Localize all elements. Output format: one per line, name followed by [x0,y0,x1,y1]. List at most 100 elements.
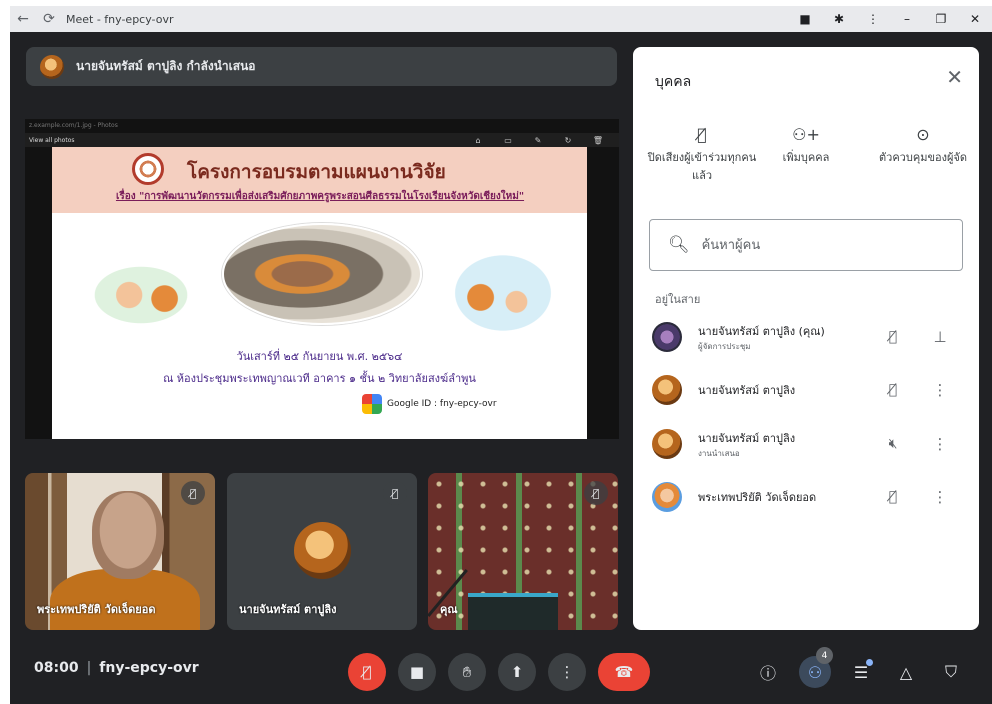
presenting-banner: นายจันทรัสม์ ตาปูลิง กำลังนำเสนอ [26,47,617,86]
activities-button[interactable]: △ [890,656,922,688]
mute-all-label: ปิดเสียงผู้เข้าร่วมทุกคนแล้ว [647,151,757,182]
mic-off-icon[interactable]: 🎙̸ [881,489,905,505]
info-icon: ⓘ [759,664,776,683]
add-people-button[interactable]: ⚇+ เพิ่มบุคคล [766,125,846,167]
google-meet-logo [362,394,382,414]
participant-row[interactable]: นายจันทรัสม์ ตาปูลิง งานนำเสนอ 🔇︎ ⋮ [633,424,979,464]
participant-name: คุณ [440,603,458,616]
minimize-icon[interactable]: – [890,12,924,26]
people-panel: บุคคล ✕ 🎙̸ ปิดเสียงผู้เข้าร่วมทุกคนแล้ว … [633,47,979,630]
present-screen-icon: ⬆ [510,663,524,681]
participant-role: งานนำเสนอ [698,448,740,458]
bottom-control-bar: 08:00 | fny-epcy-ovr 🎙̸ ■ ✋︎ ⬆ ⋮ ☎︎ ⓘ ⚇ 4 … [10,640,992,704]
slide-venue: ณ ห้องประชุมพระเทพญาณเวที อาคาร ๑ ชั้น ๒… [163,372,476,385]
presenting-text: นายจันทรัสม์ ตาปูลิง กำลังนำเสนอ [76,59,256,73]
meeting-info: 08:00 | fny-epcy-ovr [34,660,199,676]
hand-icon: ✋︎ [462,663,472,681]
participant-row[interactable]: นายจันทรัสม์ ตาปูลิง (คุณ) ผู้จัดการประช… [633,317,979,357]
home-icon[interactable]: ⌂ [463,136,493,145]
mic-off-icon: 🎙̸ [181,481,205,505]
browser-title-bar: ← ⟳ Meet - fny-epcy-ovr ■ ✱ ⋮ – ❐ ✕ [10,6,992,32]
kebab-menu-icon[interactable]: ⋮ [856,12,890,26]
mic-off-icon: 🎙̸ [383,481,407,505]
audio-off-icon[interactable]: 🔇︎ [881,436,905,452]
participant-name: นายจันทรัสม์ ตาปูลิง [698,384,796,397]
back-arrow-icon[interactable]: ← [10,11,36,27]
shield-lock-icon: ⛉ [944,662,957,681]
more-options-icon[interactable]: ⋮ [928,488,952,506]
chat-icon: ☰ [853,662,869,682]
people-icon: ⚇ [807,662,823,682]
search-icon: 🔍︎ [668,235,690,255]
people-count-badge: 4 [816,647,833,664]
participant-name: นายจันทรัสม์ ตาปูลิง [698,431,796,445]
view-all-photos-link[interactable]: View all photos [29,137,75,144]
leave-call-button[interactable]: ☎︎ [598,653,650,691]
more-options-button[interactable]: ⋮ [548,653,586,691]
camera-icon[interactable]: ■ [788,12,822,26]
info-separator: | [86,660,92,676]
photo-viewer-caption: z.example.com/1.jpg - Photos [29,122,118,129]
more-options-icon[interactable]: ⋮ [928,381,952,399]
present-now-button[interactable]: ⬆ [498,653,536,691]
meet-id-text: Google ID : fny-epcy-ovr [387,399,497,409]
photo-viewer-toolbar: View all photos ⌂ ▭ ✎ ↻ 🗑 [25,133,619,147]
participant-name: นายจันทรัสม์ ตาปูลิง [239,603,337,616]
training-photo [222,223,422,325]
more-options-icon[interactable]: ⋮ [928,435,952,453]
camera-toggle-button[interactable]: ■ [398,653,436,691]
camera-icon: ■ [409,663,425,681]
edit-icon[interactable]: ✎ [523,136,553,145]
mic-off-icon[interactable]: 🎙̸ [881,329,905,345]
shared-screen: z.example.com/1.jpg - Photos View all ph… [25,119,619,439]
kebab-icon: ⋮ [559,663,575,681]
delete-icon[interactable]: 🗑 [583,136,613,145]
cartoon-teacher-illustration [82,259,200,331]
panel-title: บุคคล [655,74,692,90]
mic-off-icon: 🎙̸ [697,125,707,144]
meeting-details-button[interactable]: ⓘ [752,656,784,688]
lectern [468,593,558,630]
toggle-icon: ⊙ [916,125,930,144]
participant-tile[interactable]: 🎙̸ พระเทพปริยัติ วัดเจ็ดยอด [25,473,215,630]
institution-emblem [132,153,164,185]
meet-stage: นายจันทรัสม์ ตาปูลิง กำลังนำเสนอ z.examp… [10,32,992,704]
slide-header: โครงการอบรมตามแผนงานวิจัย เรื่อง "การพัฒ… [52,147,587,213]
search-input[interactable] [701,237,942,253]
participant-avatar [652,375,682,405]
chat-button[interactable]: ☰ [845,656,877,688]
microphone-toggle-button[interactable]: 🎙̸ [348,653,386,691]
host-controls-shield-button[interactable]: ⛉ [935,656,967,688]
people-button[interactable]: ⚇ 4 [799,647,833,688]
add-people-label: เพิ่มบุคคล [782,151,830,164]
mic-off-icon[interactable]: 🎙̸ [881,382,905,398]
puzzle-extension-icon[interactable]: ✱ [822,12,856,26]
participant-name: พระเทพปริยัติ วัดเจ็ดยอด [698,491,817,504]
slideshow-icon[interactable]: ▭ [493,136,523,145]
slide-subtitle: เรื่อง "การพัฒนานวัตกรรมเพื่อส่งเสริมศัก… [115,191,525,202]
participant-name: พระเทพปริยัติ วัดเจ็ดยอด [37,603,156,616]
slide-date: วันเสาร์ที่ ๒๕ กันยายน พ.ศ. ๒๕๖๔ [236,350,403,363]
slide-meet-id: Google ID : fny-epcy-ovr [362,392,497,416]
pin-icon[interactable]: ⊥ [928,328,952,346]
restore-icon[interactable]: ❐ [924,12,958,26]
meeting-code[interactable]: fny-epcy-ovr [99,660,198,676]
window-close-icon[interactable]: ✕ [958,12,992,26]
mute-all-button[interactable]: 🎙̸ ปิดเสียงผู้เข้าร่วมทุกคนแล้ว [642,125,762,185]
participant-tile[interactable]: 🎙̸ นายจันทรัสม์ ตาปูลิง [227,473,417,630]
search-people-box[interactable]: 🔍︎ [649,219,963,271]
self-view-tile[interactable]: 🎙̸ คุณ [428,473,618,630]
participant-avatar [652,322,682,352]
participant-name: นายจันทรัสม์ ตาปูลิง (คุณ) [698,324,825,338]
host-controls-button[interactable]: ⊙ ตัวควบคุมของผู้จัด [873,125,973,167]
meeting-time: 08:00 [34,660,79,676]
mic-off-icon: 🎙̸ [362,663,372,681]
participant-row[interactable]: พระเทพปริยัติ วัดเจ็ดยอด 🎙̸ ⋮ [633,477,979,517]
raise-hand-button[interactable]: ✋︎ [448,653,486,691]
participant-role: ผู้จัดการประชุม [698,341,751,351]
presentation-slide: โครงการอบรมตามแผนงานวิจัย เรื่อง "การพัฒ… [52,147,587,439]
close-icon[interactable]: ✕ [946,65,963,89]
rotate-icon[interactable]: ↻ [553,136,583,145]
participant-row[interactable]: นายจันทรัสม์ ตาปูลิง 🎙̸ ⋮ [633,370,979,410]
reload-icon[interactable]: ⟳ [36,11,62,27]
